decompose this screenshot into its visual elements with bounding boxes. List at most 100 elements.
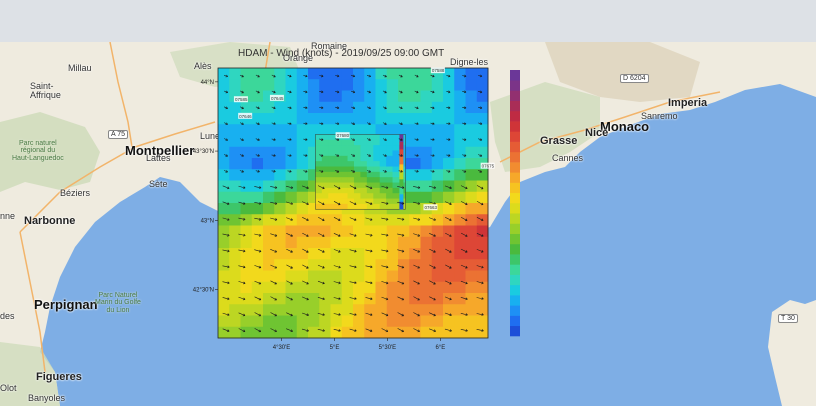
wind-cell [296, 304, 309, 316]
wind-cell [285, 68, 298, 80]
inset-cell [392, 161, 400, 167]
place-label: Grasse [540, 135, 578, 147]
wind-cell [229, 214, 241, 226]
wind-cell [398, 236, 410, 249]
inset-cell [353, 177, 361, 183]
wind-cell [409, 326, 421, 339]
colorbar-segment [510, 274, 520, 286]
colorbar-segment [510, 182, 520, 194]
wind-cell [251, 259, 264, 271]
inset-cell [373, 155, 380, 162]
wind-cell [409, 101, 421, 114]
wind-cell [218, 113, 230, 125]
inset-cell [321, 161, 329, 167]
wind-cell [296, 68, 309, 80]
wind-cell [251, 236, 264, 249]
wind-cell [263, 68, 275, 80]
inset-cell [392, 171, 400, 178]
wind-cell [375, 259, 388, 271]
wind-cell [263, 158, 275, 170]
wind-cell [308, 124, 320, 136]
inset-cell [392, 177, 400, 183]
inset-cell [373, 150, 380, 157]
inset-cell [360, 182, 368, 189]
wind-cell [398, 270, 410, 283]
wind-cell [375, 248, 388, 260]
wind-cell [240, 101, 253, 114]
wind-cell [263, 259, 275, 271]
wind-cell [341, 270, 354, 283]
wind-cell [251, 225, 264, 238]
wind-cell [285, 79, 298, 91]
inset-cell [366, 171, 374, 178]
wind-cell [308, 281, 320, 294]
wind-cell [420, 259, 433, 271]
wind-cell [364, 259, 376, 271]
colorbar-segment [510, 172, 520, 183]
wind-cell [263, 180, 275, 193]
wind-cell [364, 113, 376, 125]
wind-cell [285, 315, 298, 328]
wind-cell [319, 270, 331, 283]
wind-cell [409, 68, 421, 80]
wind-cell [375, 101, 388, 114]
wind-cell [251, 158, 264, 170]
inset-cell [328, 161, 335, 167]
inset-cell [360, 198, 368, 205]
wind-cell [375, 79, 388, 91]
wind-cell [431, 259, 444, 271]
wind-cell [420, 315, 433, 328]
wind-cell [218, 124, 230, 136]
wind-cell [240, 270, 253, 283]
inset-cell [328, 187, 335, 194]
wind-cell [431, 326, 444, 339]
inset-cell [353, 139, 361, 146]
wind-cell [341, 259, 354, 271]
wind-cell [341, 281, 354, 294]
wind-cell [465, 113, 478, 125]
wind-cell [251, 270, 264, 283]
inset-cell [334, 193, 342, 199]
inset-cell [366, 155, 374, 162]
wind-cell [431, 281, 444, 294]
wind-cell [218, 101, 230, 114]
wind-cell [375, 68, 388, 80]
road-shield: A 75 [108, 130, 129, 139]
park-label: Parc naturel régional du Haut-Languedoc [12, 140, 64, 162]
wind-cell [341, 248, 354, 260]
wind-cell [398, 293, 410, 305]
wind-cell [319, 248, 331, 260]
wind-cell [454, 68, 466, 80]
wind-cell [443, 315, 455, 328]
inset-cell [334, 177, 342, 183]
inset-cell [373, 177, 380, 183]
wind-cell [420, 79, 433, 91]
wind-cell [398, 326, 410, 339]
wind-cell [353, 259, 365, 271]
wind-cell [285, 191, 298, 204]
wind-cell [229, 315, 241, 328]
inset-cell [353, 171, 361, 178]
inset-cell [360, 171, 368, 178]
wind-cell [465, 191, 478, 204]
wind-cell [251, 113, 264, 125]
inset-cell [379, 193, 387, 199]
wind-cell [431, 236, 444, 249]
park-label: Parc Naturel Marin du Golfe du Lion [95, 292, 141, 314]
wind-cell [240, 135, 253, 148]
wind-cell [229, 79, 241, 91]
wind-cell [398, 68, 410, 80]
wind-cell [443, 326, 455, 339]
wind-cell [218, 304, 230, 316]
station-label: 07680 [337, 133, 350, 138]
inset-colorbar-segment [399, 186, 404, 195]
inset-cell [386, 155, 393, 162]
place-label: Cannes [552, 153, 584, 163]
wind-cell [409, 203, 421, 215]
inset-cell [360, 177, 368, 183]
wind-cell [263, 281, 275, 294]
wind-cell [398, 304, 410, 316]
wind-cell [274, 248, 286, 260]
wind-cell [409, 180, 421, 193]
inset-cell [347, 171, 355, 178]
